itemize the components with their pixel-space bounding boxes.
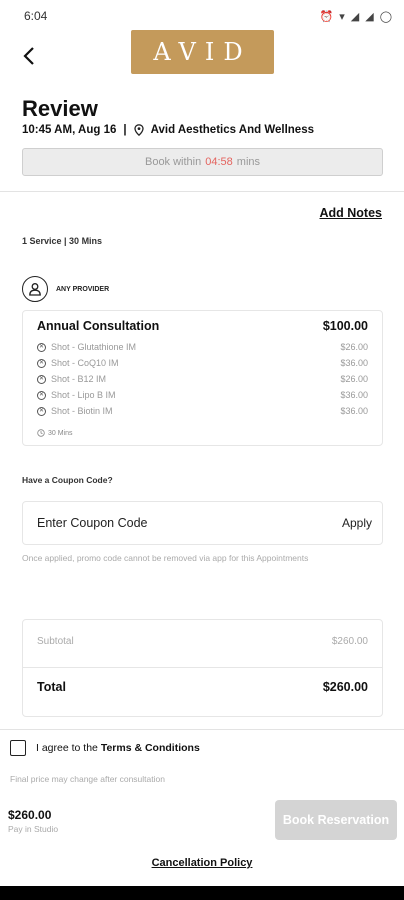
location-pin-icon xyxy=(133,124,144,136)
footer-price: $260.00 xyxy=(8,808,52,822)
remove-addon-icon[interactable]: ✕ xyxy=(37,406,46,416)
addon-row: ✕ Shot - CoQ10 IM $36.00 xyxy=(37,355,368,371)
clock-icon xyxy=(37,429,45,437)
service-name: Annual Consultation xyxy=(37,319,160,333)
total-value: $260.00 xyxy=(322,680,368,694)
service-duration: 30 Mins xyxy=(48,429,73,437)
addon-name: Shot - CoQ10 IM xyxy=(51,358,119,368)
appointment-datetime: 10:45 AM, Aug 16 xyxy=(22,124,117,136)
countdown-timer: 04:58 xyxy=(205,156,233,168)
service-header: Annual Consultation $100.00 xyxy=(37,319,368,333)
terms-text: I agree to the Terms & Conditions xyxy=(36,742,200,754)
remove-addon-icon[interactable]: ✕ xyxy=(37,390,46,400)
meta-separator: | xyxy=(123,124,127,136)
brand-logo: AVID xyxy=(131,30,274,74)
header: AVID xyxy=(0,30,404,80)
status-icons: ⏰ ▾ ◢ ◢ ◯ xyxy=(320,10,392,23)
book-within-suffix: mins xyxy=(236,156,261,168)
totals-card: Subtotal $260.00 Total $260.00 xyxy=(22,619,383,717)
pay-note: Pay in Studio xyxy=(8,824,59,834)
addon-row: ✕ Shot - B12 IM $26.00 xyxy=(37,371,368,387)
terms-prefix: I agree to the xyxy=(36,742,98,754)
addon-price: $36.00 xyxy=(340,390,368,400)
addon-name: Shot - Glutathione IM xyxy=(51,342,137,352)
terms-link[interactable]: Terms & Conditions xyxy=(101,742,200,754)
service-summary: 1 Service | 30 Mins xyxy=(22,236,103,246)
location-name: Avid Aesthetics And Wellness xyxy=(150,124,314,136)
signal-icon: ◢ xyxy=(350,10,360,23)
total-label: Total xyxy=(37,680,66,694)
totals-divider xyxy=(23,667,382,668)
apply-coupon-button[interactable]: Apply xyxy=(342,516,372,530)
addon-price: $26.00 xyxy=(340,342,368,352)
subtotal-value: $260.00 xyxy=(331,636,368,647)
book-reservation-button[interactable]: Book Reservation xyxy=(275,800,397,840)
addon-price: $36.00 xyxy=(340,358,368,368)
chevron-left-icon xyxy=(23,47,34,65)
addon-price: $36.00 xyxy=(340,406,368,416)
coupon-input[interactable]: Enter Coupon Code xyxy=(37,516,148,530)
subtotal-label: Subtotal xyxy=(37,636,74,647)
provider-label: ANY PROVIDER xyxy=(56,285,110,293)
price-note: Final price may change after consultatio… xyxy=(10,774,165,784)
cancellation-policy-link[interactable]: Cancellation Policy xyxy=(0,857,404,869)
system-nav-bar xyxy=(0,886,404,900)
service-card: Annual Consultation $100.00 ✕ Shot - Glu… xyxy=(22,310,383,446)
page-title: Review xyxy=(22,96,98,121)
wifi-icon: ▾ xyxy=(339,10,345,23)
status-bar: 6:04 ⏰ ▾ ◢ ◢ ◯ xyxy=(0,0,404,32)
terms-checkbox[interactable] xyxy=(10,740,26,756)
battery-icon: ◯ xyxy=(379,10,392,23)
section-divider xyxy=(0,191,404,192)
remove-addon-icon[interactable]: ✕ xyxy=(37,358,46,368)
total-row: Total $260.00 xyxy=(37,680,368,694)
add-notes-link[interactable]: Add Notes xyxy=(320,206,383,220)
remove-addon-icon[interactable]: ✕ xyxy=(37,342,46,352)
alarm-icon: ⏰ xyxy=(319,10,334,23)
service-price: $100.00 xyxy=(322,319,368,333)
duration-row: 30 Mins xyxy=(37,429,368,437)
addon-row: ✕ Shot - Biotin IM $36.00 xyxy=(37,403,368,419)
addon-name: Shot - B12 IM xyxy=(51,374,107,384)
addon-name: Shot - Biotin IM xyxy=(51,406,113,416)
back-button[interactable] xyxy=(20,40,50,70)
addon-price: $26.00 xyxy=(340,374,368,384)
addon-name: Shot - Lipo B IM xyxy=(51,390,116,400)
provider-row[interactable]: ANY PROVIDER xyxy=(22,276,109,302)
logo-text: AVID xyxy=(153,38,252,66)
book-within-prefix: Book within xyxy=(144,156,202,168)
status-time: 6:04 xyxy=(24,9,48,23)
footer-divider xyxy=(0,729,404,730)
coupon-field[interactable]: Enter Coupon Code Apply xyxy=(22,501,383,545)
signal-icon-2: ◢ xyxy=(365,10,374,23)
coupon-title: Have a Coupon Code? xyxy=(22,475,113,485)
coupon-note: Once applied, promo code cannot be remov… xyxy=(22,553,309,563)
appointment-meta: 10:45 AM, Aug 16 | Avid Aesthetics And W… xyxy=(22,124,314,136)
addon-row: ✕ Shot - Glutathione IM $26.00 xyxy=(37,339,368,355)
subtotal-row: Subtotal $260.00 xyxy=(37,636,368,647)
user-icon xyxy=(22,276,48,302)
terms-row: I agree to the Terms & Conditions xyxy=(10,740,200,756)
book-within-banner: Book within 04:58 mins xyxy=(22,148,383,176)
remove-addon-icon[interactable]: ✕ xyxy=(37,374,46,384)
addon-row: ✕ Shot - Lipo B IM $36.00 xyxy=(37,387,368,403)
